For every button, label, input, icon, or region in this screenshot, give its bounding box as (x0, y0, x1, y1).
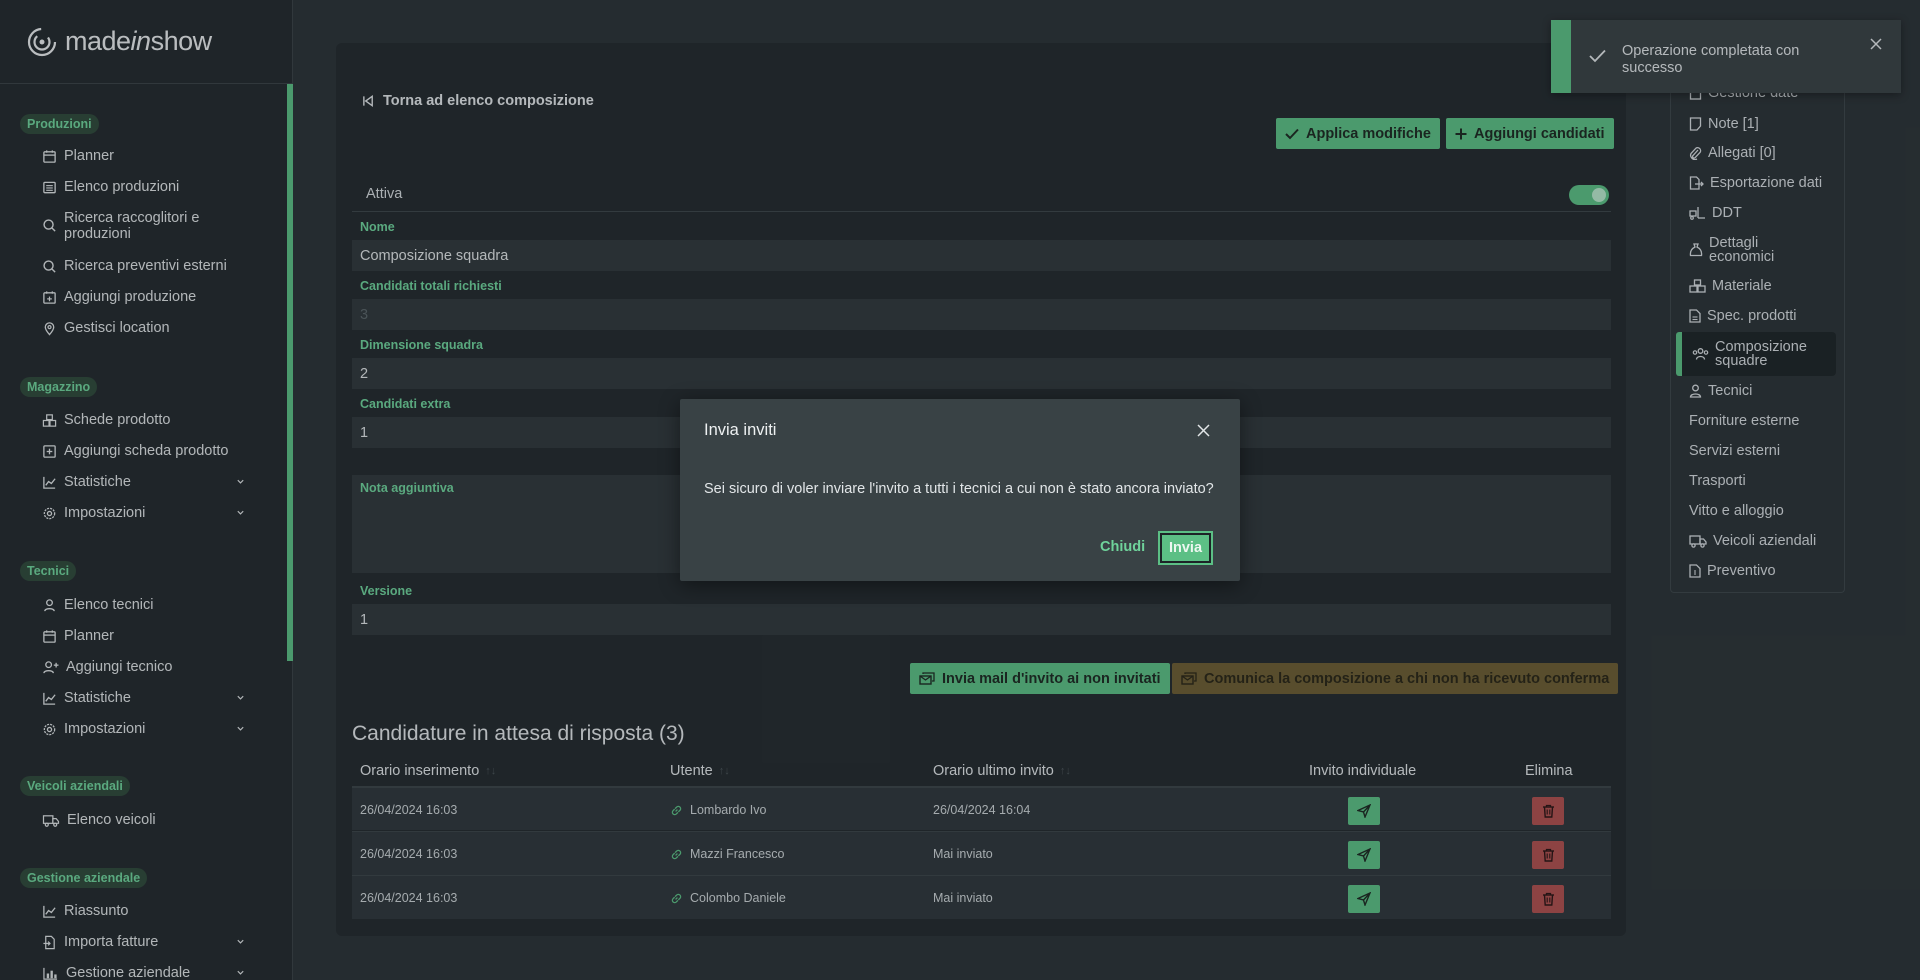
close-icon[interactable] (1197, 424, 1210, 437)
modal-title: Invia inviti (704, 421, 777, 439)
invite-confirm-modal: Invia inviti Sei sicuro di voler inviare… (680, 399, 1240, 581)
modal-confirm-button[interactable]: Invia (1158, 531, 1213, 565)
modal-message: Sei sicuro di voler inviare l'invito a t… (704, 481, 1214, 497)
modal-cancel-button[interactable]: Chiudi (1100, 539, 1145, 555)
